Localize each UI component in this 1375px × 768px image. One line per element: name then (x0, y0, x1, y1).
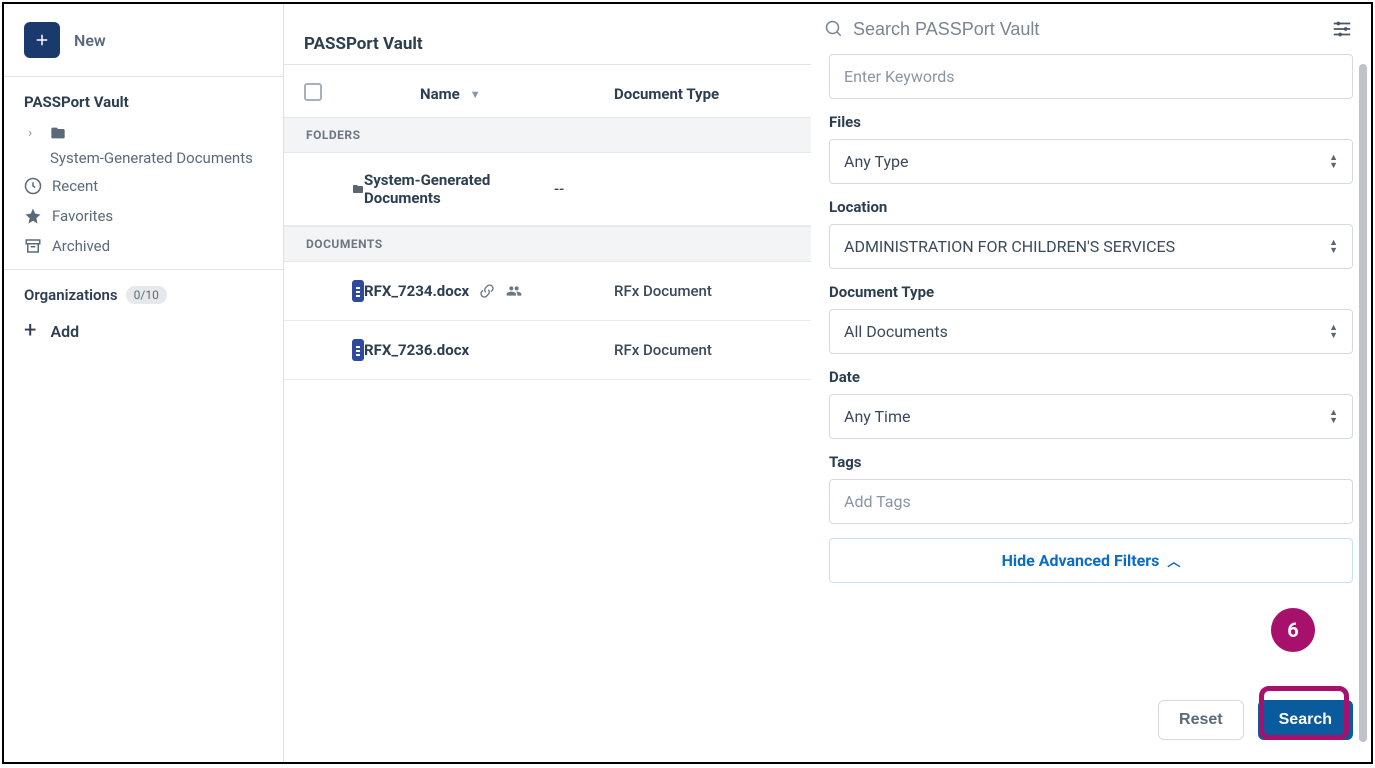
files-label: Files (829, 113, 1353, 131)
link-icon (479, 283, 495, 299)
document-name: RFX_7236.docx (364, 341, 469, 359)
nav-label: Archived (52, 237, 110, 255)
tree-folder-row[interactable]: › (24, 121, 263, 145)
annotation-step-badge: 6 (1271, 608, 1315, 652)
location-select[interactable]: ADMINISTRATION FOR CHILDREN'S SERVICES ▲… (829, 224, 1353, 269)
search-input[interactable] (853, 19, 1319, 40)
add-label: Add (50, 322, 79, 341)
sort-caret-down-icon[interactable]: ▼ (470, 88, 481, 101)
nav-label: Recent (52, 177, 98, 195)
select-arrows-icon: ▲▼ (1329, 324, 1338, 340)
new-button-label: New (74, 31, 106, 50)
annotation-step-number: 6 (1287, 618, 1298, 642)
document-icon (352, 280, 364, 302)
tags-label: Tags (829, 453, 1353, 471)
files-value: Any Type (844, 152, 909, 171)
document-type: RFx Document (614, 282, 794, 300)
files-select[interactable]: Any Type ▲▼ (829, 139, 1353, 184)
plus-icon (33, 31, 51, 49)
clock-icon (24, 177, 42, 195)
nav-label: Favorites (52, 207, 113, 225)
date-value: Any Time (844, 407, 910, 426)
folder-type: -- (554, 180, 734, 198)
hide-advanced-filters-button[interactable]: Hide Advanced Filters ︿ (829, 538, 1353, 583)
plus-icon: + (24, 320, 36, 342)
nav-favorites[interactable]: Favorites (24, 201, 263, 231)
keywords-input[interactable]: Enter Keywords (829, 54, 1353, 99)
search-icon (825, 20, 843, 38)
date-label: Date (829, 368, 1353, 386)
sidebar: New PASSPort Vault › System-Generated Do… (4, 4, 284, 762)
document-icon (352, 339, 364, 361)
date-select[interactable]: Any Time ▲▼ (829, 394, 1353, 439)
column-name-header[interactable]: Name (420, 85, 460, 103)
tags-placeholder: Add Tags (844, 492, 911, 511)
folder-icon (48, 125, 68, 141)
organizations-title: Organizations (24, 286, 118, 304)
sidebar-vault-title: PASSPort Vault (24, 93, 263, 111)
tags-input[interactable]: Add Tags (829, 479, 1353, 524)
tree-item-system-generated[interactable]: System-Generated Documents (24, 145, 263, 171)
chevron-right-icon[interactable]: › (28, 125, 40, 141)
column-doctype-header[interactable]: Document Type (614, 85, 794, 103)
share-icon (505, 283, 523, 299)
tree-item-label: System-Generated Documents (50, 149, 253, 167)
scrollbar[interactable] (1359, 64, 1367, 742)
hide-filters-label: Hide Advanced Filters (1002, 551, 1160, 570)
location-label: Location (829, 198, 1353, 216)
folder-icon (352, 180, 364, 198)
add-organization-button[interactable]: + Add (24, 304, 263, 342)
document-type: RFx Document (614, 341, 794, 359)
doctype-label: Document Type (829, 283, 1353, 301)
document-name: RFX_7234.docx (364, 282, 469, 300)
archive-icon (24, 237, 42, 255)
new-button[interactable] (24, 22, 60, 58)
doctype-select[interactable]: All Documents ▲▼ (829, 309, 1353, 354)
nav-recent[interactable]: Recent (24, 171, 263, 201)
annotation-highlight-box (1259, 686, 1349, 740)
select-arrows-icon: ▲▼ (1329, 239, 1338, 255)
select-arrows-icon: ▲▼ (1329, 154, 1338, 170)
filter-settings-icon[interactable] (1331, 18, 1353, 40)
organizations-count: 0/10 (126, 286, 167, 304)
keywords-placeholder: Enter Keywords (844, 67, 955, 86)
main-content: PASSPort Vault Name ▼ Document Type FOLD… (284, 4, 1371, 762)
star-icon (24, 207, 42, 225)
location-value: ADMINISTRATION FOR CHILDREN'S SERVICES (844, 237, 1175, 256)
select-all-checkbox[interactable] (304, 83, 322, 101)
reset-button[interactable]: Reset (1158, 700, 1244, 740)
select-arrows-icon: ▲▼ (1329, 409, 1338, 425)
chevron-up-icon: ︿ (1167, 551, 1180, 570)
nav-archived[interactable]: Archived (24, 231, 263, 261)
folder-name: System-Generated Documents (364, 171, 554, 207)
doctype-value: All Documents (844, 322, 948, 341)
